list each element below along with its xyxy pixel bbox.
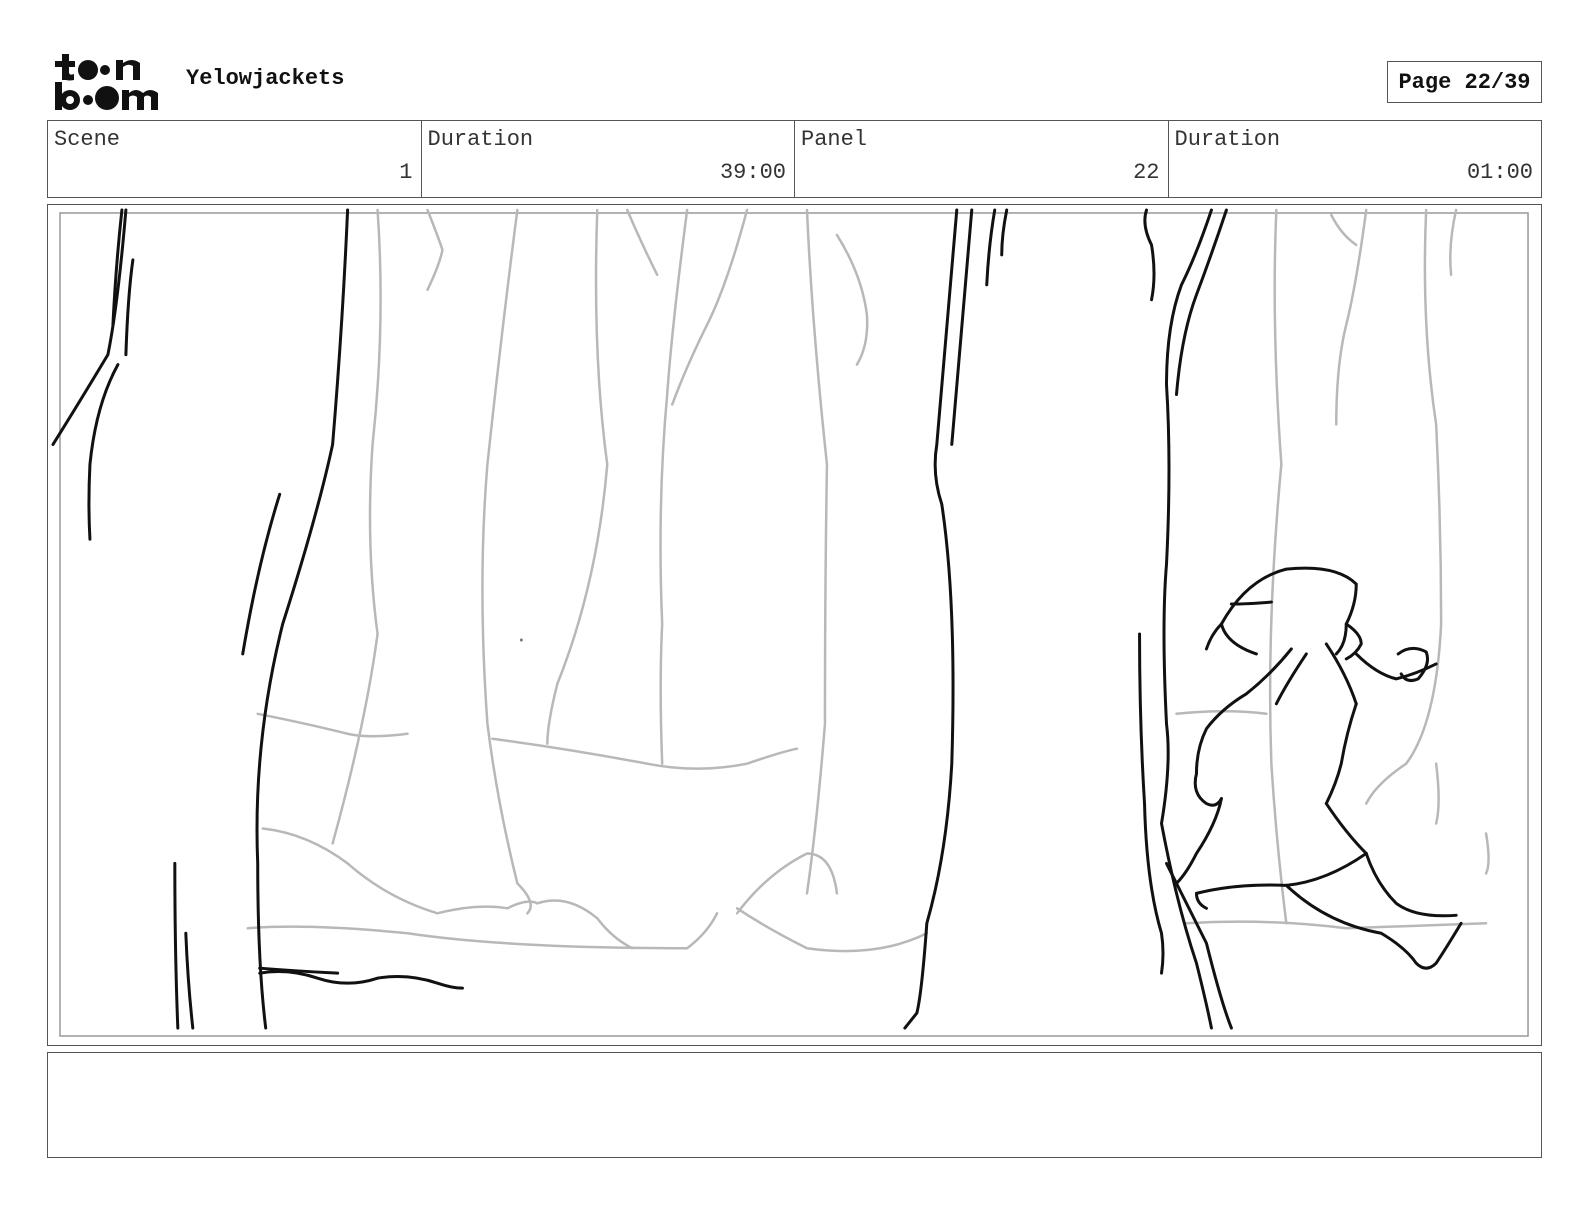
panel-caption-box [47, 1052, 1542, 1158]
toonboom-logo [52, 52, 164, 112]
panel-sketch-forest [51, 208, 1529, 1037]
scene-duration-cell: Duration 39:00 [422, 121, 795, 197]
scene-value: 1 [399, 160, 413, 185]
panel-cell: Panel 22 [795, 121, 1169, 197]
panel-duration-cell: Duration 01:00 [1169, 121, 1542, 197]
panel-duration-value: 01:00 [1466, 160, 1533, 185]
page-indicator: Page 22/39 [1387, 61, 1542, 103]
panel-duration-label: Duration [1174, 127, 1281, 152]
panel-label: Panel [801, 127, 868, 152]
scene-duration-value: 39:00 [719, 160, 786, 185]
project-title: Yelowjackets [186, 66, 345, 91]
panel-value: 22 [1133, 160, 1160, 185]
scene-label: Scene [54, 127, 121, 152]
scene-cell: Scene 1 [48, 121, 422, 197]
storyboard-info-row: Scene 1 Duration 39:00 Panel 22 Duration… [47, 120, 1542, 198]
scene-duration-label: Duration [427, 127, 534, 152]
storyboard-panel [47, 204, 1542, 1046]
